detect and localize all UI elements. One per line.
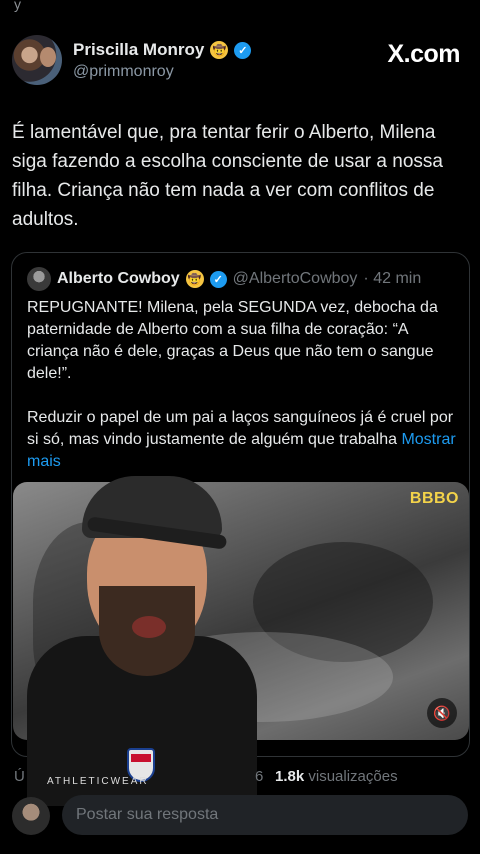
author-display-name[interactable]: Priscilla Monroy: [73, 40, 204, 60]
verified-badge-icon: ✓: [234, 41, 252, 59]
quoted-paragraph-1: REPUGNANTE! Milena, pela SEGUNDA vez, de…: [27, 299, 438, 382]
author-avatar[interactable]: [12, 35, 62, 85]
top-fragment-text: y: [14, 0, 21, 12]
presenter-overlay: ATHLETICWEAR: [27, 466, 257, 806]
current-user-avatar[interactable]: [12, 797, 50, 835]
cowboy-emoji-icon: 🤠: [185, 270, 204, 288]
quoted-author-display-name[interactable]: Alberto Cowboy: [57, 270, 180, 288]
views-number: 1.8k: [275, 768, 305, 785]
author-handle[interactable]: @primmonroy: [73, 63, 174, 81]
post-header: Priscilla Monroy 🤠 ✓ @primmonroy X.com: [0, 30, 480, 90]
quoted-author-avatar[interactable]: [27, 267, 51, 291]
post-text: É lamentável que, pra tentar ferir o Alb…: [12, 122, 443, 230]
quoted-post-header: Alberto Cowboy 🤠 ✓ @AlbertoCowboy · 42 m…: [27, 267, 421, 291]
quoted-paragraph-2-text: Reduzir o papel de um pai a laços sanguí…: [27, 409, 454, 448]
quoted-paragraph-2: Reduzir o papel de um pai a laços sanguí…: [27, 407, 462, 473]
bbb-watermark: BBBO: [409, 490, 459, 507]
reply-bar: [0, 795, 480, 837]
post-stats: Ú 6 1.8k visualizações: [0, 768, 480, 790]
stats-left-fragment: Ú: [14, 768, 25, 785]
cowboy-emoji-icon: 🤠: [210, 41, 229, 59]
verified-badge-icon: ✓: [209, 270, 227, 288]
views-count[interactable]: 1.8k visualizações: [275, 768, 398, 785]
quoted-author-handle[interactable]: @AlbertoCowboy: [233, 270, 358, 288]
x-com-logo: X.com: [387, 40, 460, 68]
views-label: visualizações: [308, 768, 398, 785]
volume-mute-icon[interactable]: 🔇: [427, 698, 457, 728]
stats-mid-fragment: 6: [255, 768, 264, 785]
quoted-post-time: · 42 min: [363, 270, 422, 287]
top-fragment: y: [0, 0, 480, 18]
presenter-mouth: [132, 616, 166, 638]
reply-input[interactable]: [62, 795, 468, 835]
author-name-row: Priscilla Monroy 🤠 ✓: [73, 40, 252, 60]
